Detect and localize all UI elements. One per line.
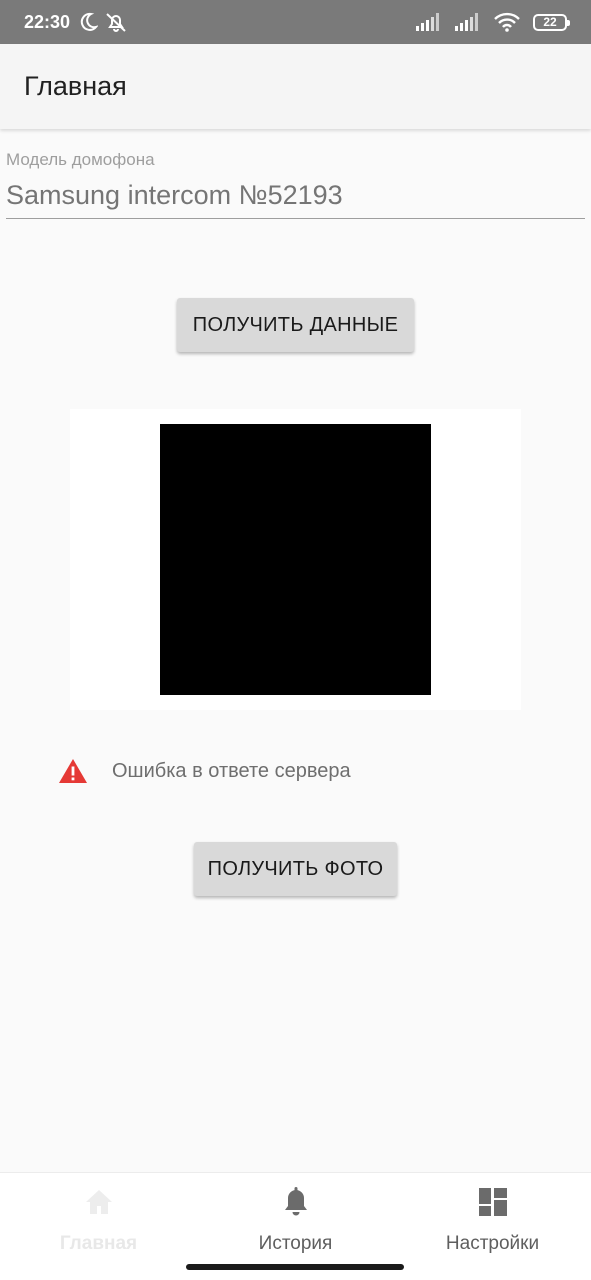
signal-icon: [455, 13, 481, 31]
page-title: Главная: [24, 71, 127, 101]
error-text: Ошибка в ответе сервера: [112, 759, 351, 782]
nav-item-settings[interactable]: Настройки: [394, 1173, 591, 1280]
battery-icon: 22: [533, 13, 570, 31]
alarm-off-icon: [104, 11, 128, 33]
intercom-model-field: Модель домофона: [6, 150, 585, 230]
nav-label-settings: Настройки: [445, 1233, 540, 1254]
get-data-button[interactable]: ПОЛУЧИТЬ ДАННЫЕ: [177, 298, 414, 352]
dashboard-icon: [478, 1187, 508, 1217]
home-icon: [84, 1187, 114, 1217]
screen: 22:30 22 Главная Модель домофона ПОЛУЧИ: [0, 0, 591, 1280]
intercom-model-input[interactable]: [6, 178, 585, 219]
nav-label-home: Главная: [59, 1233, 138, 1254]
nav-item-home[interactable]: Главная: [0, 1173, 197, 1280]
app-bar: Главная: [0, 44, 591, 129]
wifi-icon: [494, 12, 520, 32]
status-time: 22:30: [24, 11, 71, 32]
nav-label-history: История: [258, 1233, 333, 1254]
bell-icon: [281, 1187, 311, 1217]
photo-frame: [70, 409, 521, 710]
warning-icon: [58, 758, 88, 784]
get-photo-button[interactable]: ПОЛУЧИТЬ ФОТО: [194, 842, 397, 896]
photo-image: [160, 424, 431, 695]
home-indicator[interactable]: [186, 1264, 404, 1270]
moon-icon: [78, 12, 99, 32]
status-right: 22: [416, 12, 570, 32]
intercom-model-label: Модель домофона: [6, 150, 155, 169]
error-message-row: Ошибка в ответе сервера: [58, 755, 351, 787]
status-bar: 22:30 22: [0, 0, 591, 44]
signal-icon: [416, 13, 442, 31]
